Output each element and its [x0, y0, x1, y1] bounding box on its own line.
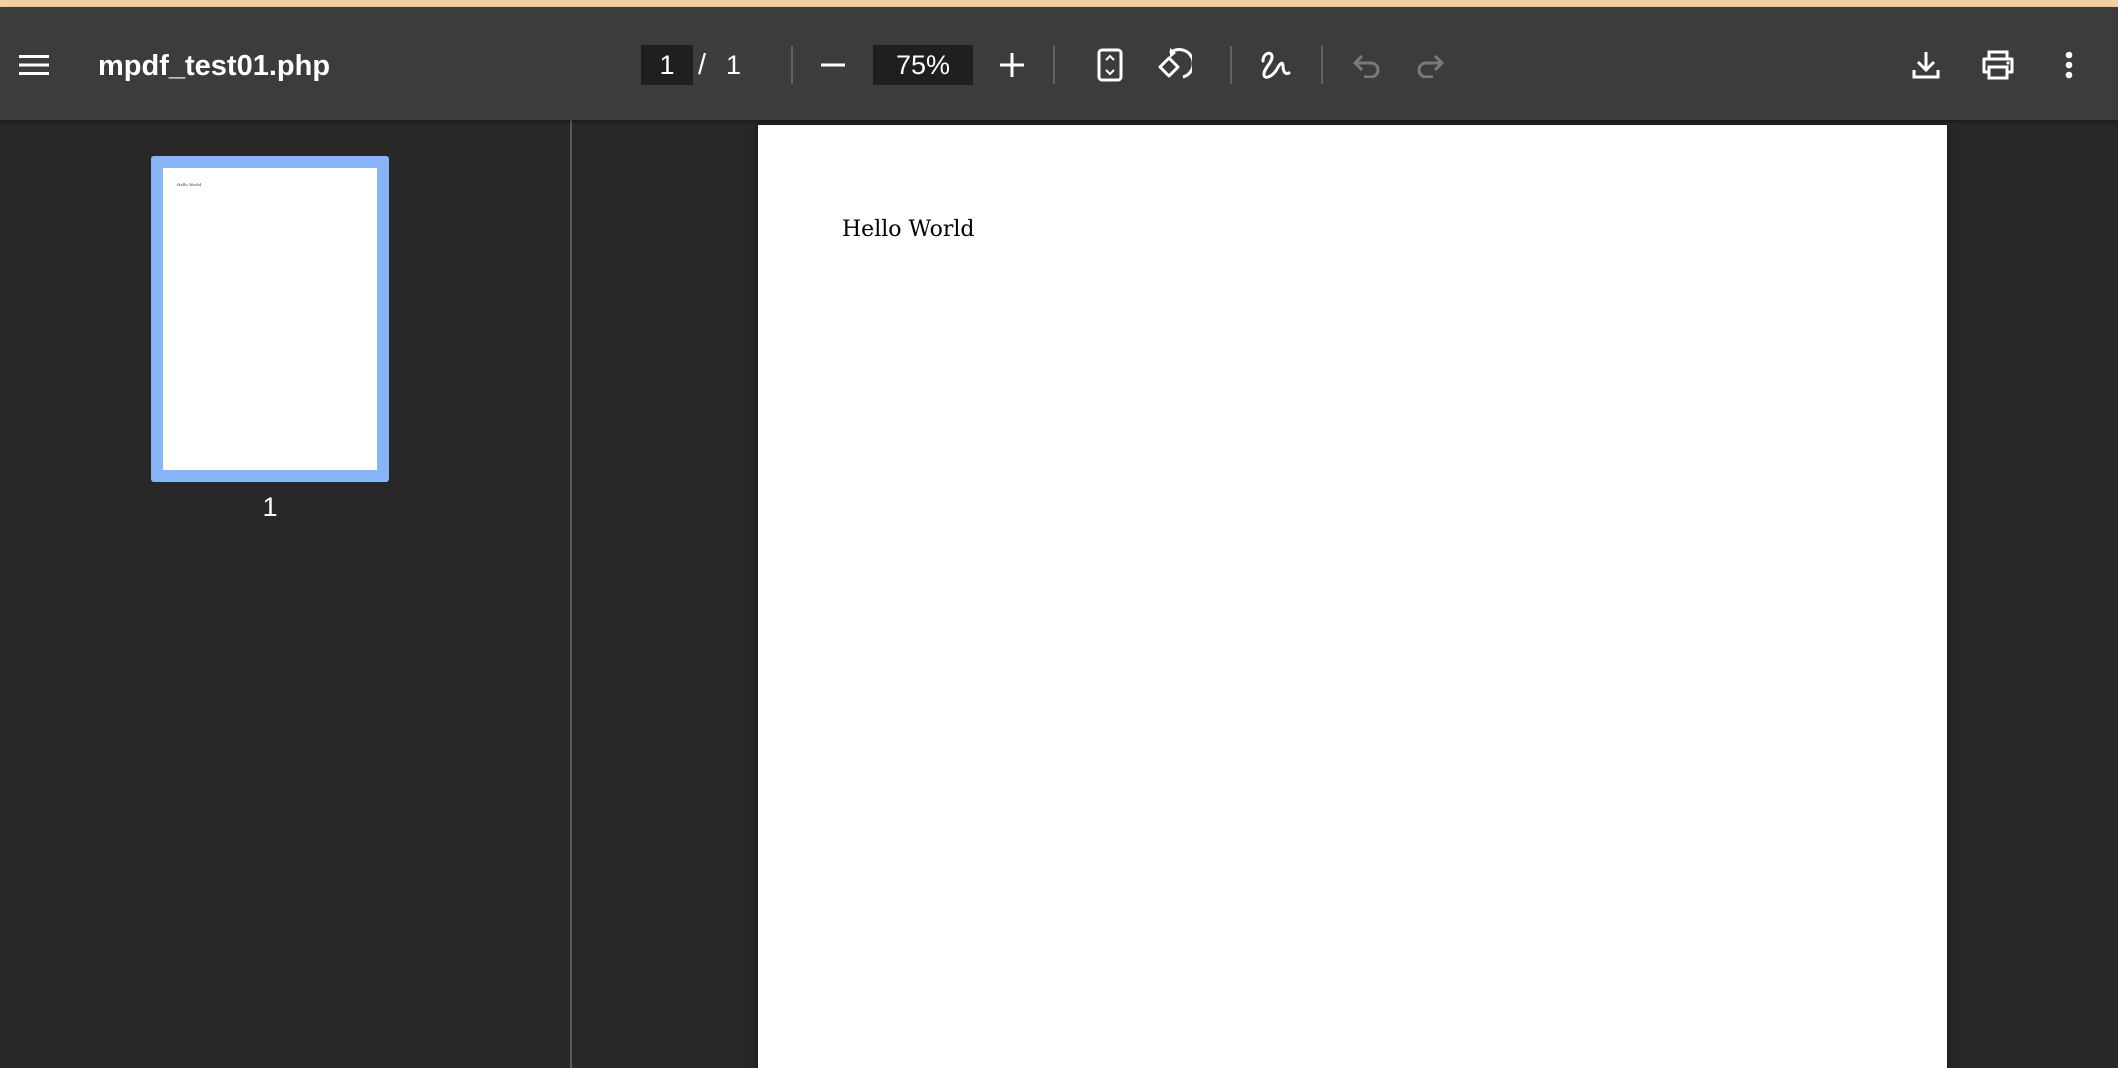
thumbnail-page-label: 1: [262, 492, 278, 522]
print-button[interactable]: [1970, 37, 2026, 93]
toolbar-divider: [791, 46, 793, 84]
draw-annotation-icon: [1261, 51, 1291, 79]
page-thumbnail[interactable]: Hello World: [151, 156, 389, 482]
minus-icon: [821, 63, 845, 67]
download-button[interactable]: [1898, 37, 1954, 93]
page-number-input[interactable]: [641, 45, 693, 85]
download-icon: [1912, 52, 1940, 79]
pdf-page: Hello World: [758, 125, 1947, 1068]
document-title: mpdf_test01.php: [98, 50, 331, 82]
zoom-level-input[interactable]: [873, 45, 973, 85]
browser-top-strip: [0, 0, 2118, 7]
toolbar-divider: [1053, 46, 1055, 84]
zoom-out-button[interactable]: [805, 37, 861, 93]
undo-icon: [1353, 54, 1380, 78]
undo-button[interactable]: [1339, 37, 1395, 93]
sidebar-menu-button[interactable]: [6, 37, 62, 93]
annotate-button[interactable]: [1248, 37, 1304, 93]
pdf-toolbar: mpdf_test01.php / 1: [0, 7, 2118, 120]
page-text: Hello World: [842, 217, 975, 242]
plus-icon: [1000, 53, 1024, 77]
fit-to-page-icon: [1097, 48, 1123, 82]
document-viewer[interactable]: Hello World: [572, 120, 2118, 1068]
toolbar-divider: [1230, 46, 1232, 84]
toolbar-divider: [1321, 46, 1323, 84]
page-total-count: 1: [726, 50, 742, 80]
rotate-counterclockwise-icon: [1158, 48, 1192, 79]
more-vertical-icon: [2065, 51, 2073, 79]
page-separator: /: [698, 49, 707, 81]
more-options-button[interactable]: [2041, 37, 2097, 93]
rotate-button[interactable]: [1146, 37, 1202, 93]
hamburger-menu-icon: [19, 55, 49, 75]
thumbnail-preview-text: Hello World: [177, 182, 202, 187]
print-icon: [1982, 50, 2014, 80]
zoom-in-button[interactable]: [984, 37, 1040, 93]
redo-icon: [1417, 54, 1444, 78]
fit-to-page-button[interactable]: [1082, 37, 1138, 93]
redo-button[interactable]: [1402, 37, 1458, 93]
thumbnail-page-preview: Hello World: [163, 168, 377, 470]
